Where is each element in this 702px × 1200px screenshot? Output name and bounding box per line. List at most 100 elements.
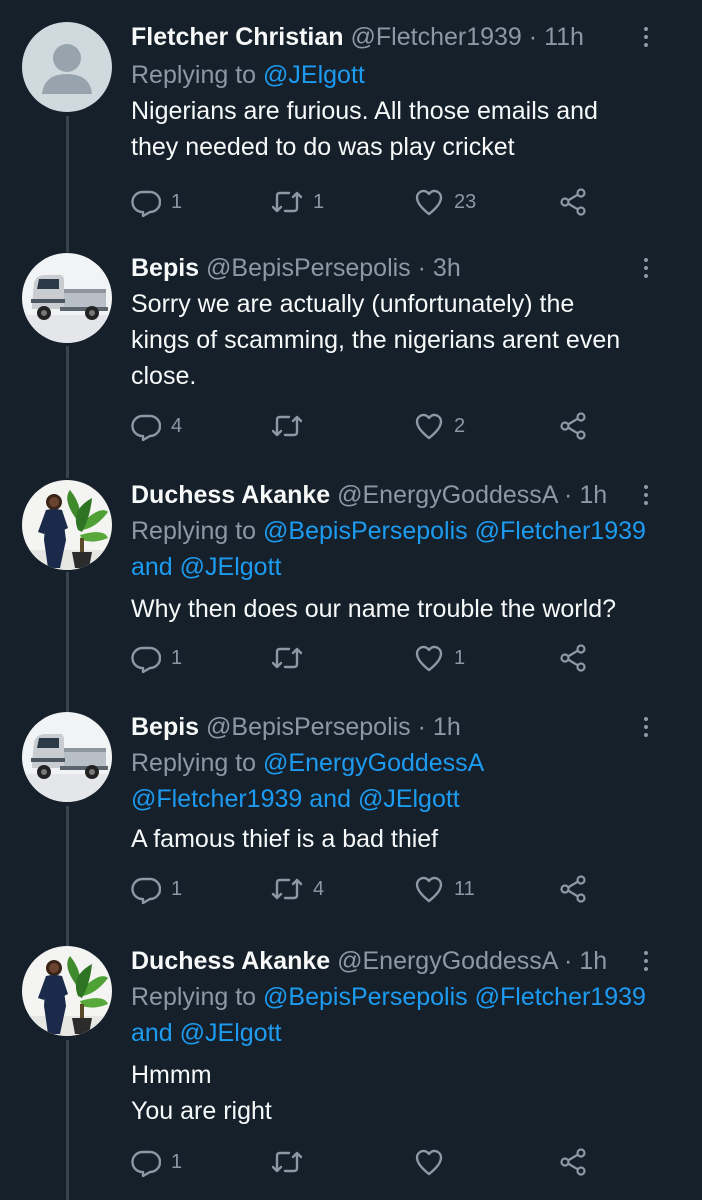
user-name[interactable]: Duchess Akanke — [131, 481, 330, 509]
tweet-actions: 1 1 — [131, 638, 601, 678]
mention-link[interactable]: @Fletcher1939 — [475, 983, 646, 1011]
user-handle[interactable]: @EnergyGoddessA — [337, 947, 557, 975]
mention-link[interactable]: @Fletcher1939 — [475, 517, 646, 545]
tweet-header: Bepis @BepisPersepolis · 3h — [131, 253, 682, 283]
heart-icon — [415, 876, 443, 903]
retweet-icon — [271, 415, 303, 437]
user-handle[interactable]: @Fletcher1939 — [351, 23, 522, 51]
tweet-actions: 1 — [131, 1142, 601, 1182]
like-count: 23 — [454, 190, 477, 213]
default-avatar-icon[interactable] — [22, 22, 112, 112]
woman-plant-avatar-icon[interactable] — [22, 946, 112, 1036]
mention-link[interactable]: @JElgott — [180, 1019, 282, 1047]
reply-button[interactable]: 1 — [131, 638, 182, 678]
more-options-icon[interactable] — [640, 22, 652, 52]
retweet-button[interactable]: 4 — [271, 869, 324, 909]
mention-link[interactable]: @JElgott — [263, 61, 365, 89]
tweet-actions: 1 1 23 — [131, 182, 601, 222]
reply-button[interactable]: 1 — [131, 182, 182, 222]
tweet-header: Fletcher Christian @Fletcher1939 · 11h — [131, 22, 682, 52]
mention-link[interactable]: @BepisPersepolis — [263, 983, 468, 1011]
reply-icon — [131, 190, 161, 217]
user-handle[interactable]: @BepisPersepolis — [206, 713, 411, 741]
and-others[interactable]: and — [131, 553, 173, 581]
retweet-count: 1 — [313, 190, 325, 213]
tweet-text: Hmmm You are right — [131, 1061, 272, 1125]
mention-link[interactable]: @BepisPersepolis — [263, 517, 468, 545]
share-icon — [560, 412, 586, 440]
reply-icon — [131, 646, 161, 673]
replying-to: Replying to @BepisPersepolis @Fletcher19… — [131, 979, 682, 1051]
share-icon — [560, 644, 586, 672]
timestamp[interactable]: 1h — [433, 713, 461, 741]
mention-link[interactable]: @JElgott — [358, 785, 460, 813]
user-name[interactable]: Fletcher Christian — [131, 23, 344, 51]
more-options-icon[interactable] — [640, 712, 652, 742]
user-name[interactable]: Duchess Akanke — [131, 947, 330, 975]
share-button[interactable] — [558, 638, 588, 678]
reply-count: 1 — [171, 877, 183, 900]
truck-avatar-icon[interactable] — [22, 712, 112, 802]
reply-count: 1 — [171, 646, 183, 669]
tweet-header: Duchess Akanke @EnergyGoddessA · 1h — [131, 946, 682, 976]
retweet-button[interactable] — [271, 638, 313, 678]
share-button[interactable] — [558, 406, 588, 446]
share-button[interactable] — [558, 182, 588, 222]
separator: · — [564, 481, 573, 509]
like-button[interactable]: 1 — [414, 638, 465, 678]
replying-to: Replying to @BepisPersepolis @Fletcher19… — [131, 513, 682, 585]
reply-count: 1 — [171, 1150, 183, 1173]
reply-button[interactable]: 1 — [131, 869, 182, 909]
tweet-actions: 4 2 — [131, 406, 601, 446]
reply-button[interactable]: 1 — [131, 1142, 182, 1182]
like-button[interactable]: 2 — [414, 406, 465, 446]
like-count: 1 — [454, 646, 466, 669]
reply-count: 1 — [171, 190, 183, 213]
timestamp[interactable]: 1h — [579, 481, 607, 509]
truck-avatar-icon[interactable] — [22, 253, 112, 343]
retweet-button[interactable]: 1 — [271, 182, 324, 222]
more-options-icon[interactable] — [640, 946, 652, 976]
and-others[interactable]: and — [309, 785, 351, 813]
share-button[interactable] — [558, 1142, 588, 1182]
mention-link[interactable]: @Fletcher1939 — [131, 785, 302, 813]
user-handle[interactable]: @BepisPersepolis — [206, 254, 411, 282]
retweet-button[interactable] — [271, 1142, 313, 1182]
user-handle[interactable]: @EnergyGoddessA — [337, 481, 557, 509]
woman-plant-avatar-icon[interactable] — [22, 480, 112, 570]
share-icon — [560, 875, 586, 903]
heart-icon — [415, 189, 443, 216]
replying-prefix: Replying to — [131, 61, 264, 89]
thread-line — [66, 1040, 69, 1200]
timestamp[interactable]: 3h — [433, 254, 461, 282]
heart-icon — [415, 1149, 443, 1176]
heart-icon — [415, 413, 443, 440]
separator: · — [564, 947, 573, 975]
tweet-text: Sorry we are actually (unfortunately) th… — [131, 290, 621, 390]
replying-prefix: Replying to — [131, 517, 264, 545]
tweet-text: Why then does our name trouble the world… — [131, 595, 616, 623]
user-name[interactable]: Bepis — [131, 254, 199, 282]
user-name[interactable]: Bepis — [131, 713, 199, 741]
share-button[interactable] — [558, 869, 588, 909]
replying-prefix: Replying to — [131, 983, 264, 1011]
more-options-icon[interactable] — [640, 480, 652, 510]
like-count: 11 — [454, 877, 475, 900]
like-button[interactable]: 11 — [414, 869, 475, 909]
retweet-button[interactable] — [271, 406, 313, 446]
replying-to: Replying to @JElgott — [131, 57, 682, 93]
reply-button[interactable]: 4 — [131, 406, 182, 446]
more-options-icon[interactable] — [640, 253, 652, 283]
mention-link[interactable]: @JElgott — [180, 553, 282, 581]
timestamp[interactable]: 11h — [544, 23, 584, 51]
tweet-header: Duchess Akanke @EnergyGoddessA · 1h — [131, 480, 682, 510]
like-button[interactable]: 23 — [414, 182, 476, 222]
separator: · — [417, 254, 426, 282]
and-others[interactable]: and — [131, 1019, 173, 1047]
share-icon — [560, 1148, 586, 1176]
mention-link[interactable]: @EnergyGoddessA — [263, 749, 484, 777]
thread-line — [66, 116, 69, 252]
timestamp[interactable]: 1h — [579, 947, 607, 975]
thread-line — [66, 806, 69, 946]
like-button[interactable] — [414, 1142, 454, 1182]
